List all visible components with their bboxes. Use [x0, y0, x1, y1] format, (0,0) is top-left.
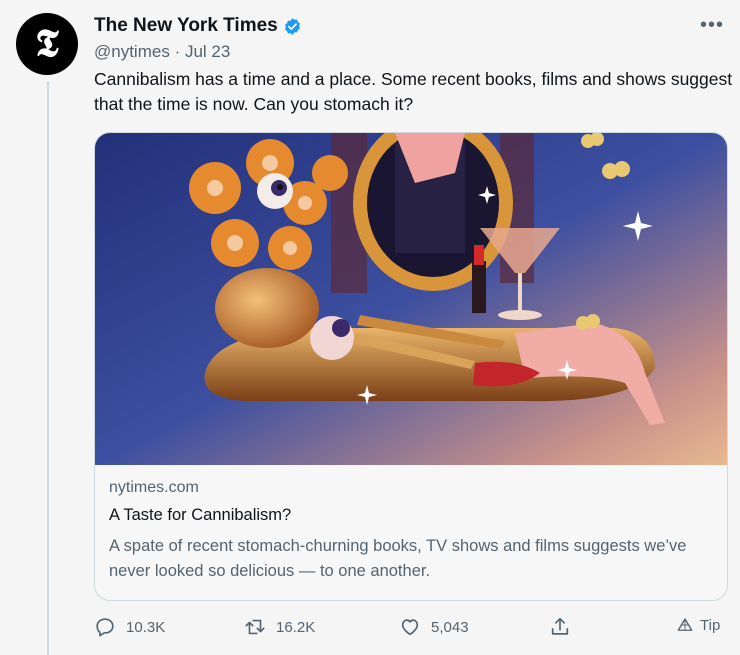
reply-count: 10.3K — [126, 618, 166, 636]
share-button[interactable] — [549, 616, 571, 638]
share-icon — [551, 617, 569, 635]
verified-badge-icon — [284, 17, 300, 35]
tip-button[interactable]: Tip — [676, 616, 720, 634]
author-handle[interactable]: @nytimes — [94, 42, 170, 61]
like-count: 5,043 — [431, 618, 469, 636]
thread-line — [47, 82, 49, 655]
card-title: A Taste for Cannibalism? — [109, 506, 292, 524]
card-description: A spate of recent stomach-churning books… — [109, 537, 687, 580]
retweet-count: 16.2K — [276, 618, 316, 636]
meta-separator: · — [174, 42, 181, 61]
tweet-date[interactable]: Jul 23 — [185, 42, 230, 61]
link-card[interactable]: nytimes.com A Taste for Cannibalism? A s… — [94, 132, 728, 601]
more-icon[interactable]: ••• — [700, 14, 724, 37]
author-name[interactable]: The New York Times — [94, 15, 278, 37]
like-button[interactable]: 5,043 — [399, 616, 469, 638]
tip-icon — [677, 618, 693, 631]
avatar[interactable]: 𝕿 — [16, 13, 78, 75]
reply-icon — [96, 618, 114, 637]
tweet-actions: 10.3K 16.2K 5,043 Tip — [94, 616, 734, 644]
reply-button[interactable]: 10.3K — [94, 616, 165, 638]
avatar-logo: 𝕿 — [35, 19, 59, 65]
card-image — [95, 133, 727, 465]
tweet-header: The New York Times @nytimes · Jul 23 ••• — [94, 14, 724, 62]
tweet-text: Cannibalism has a time and a place. Some… — [94, 69, 733, 114]
tip-label: Tip — [700, 616, 721, 634]
retweet-icon — [245, 619, 265, 635]
like-icon — [401, 619, 419, 636]
retweet-button[interactable]: 16.2K — [244, 616, 315, 638]
card-domain: nytimes.com — [109, 479, 199, 496]
